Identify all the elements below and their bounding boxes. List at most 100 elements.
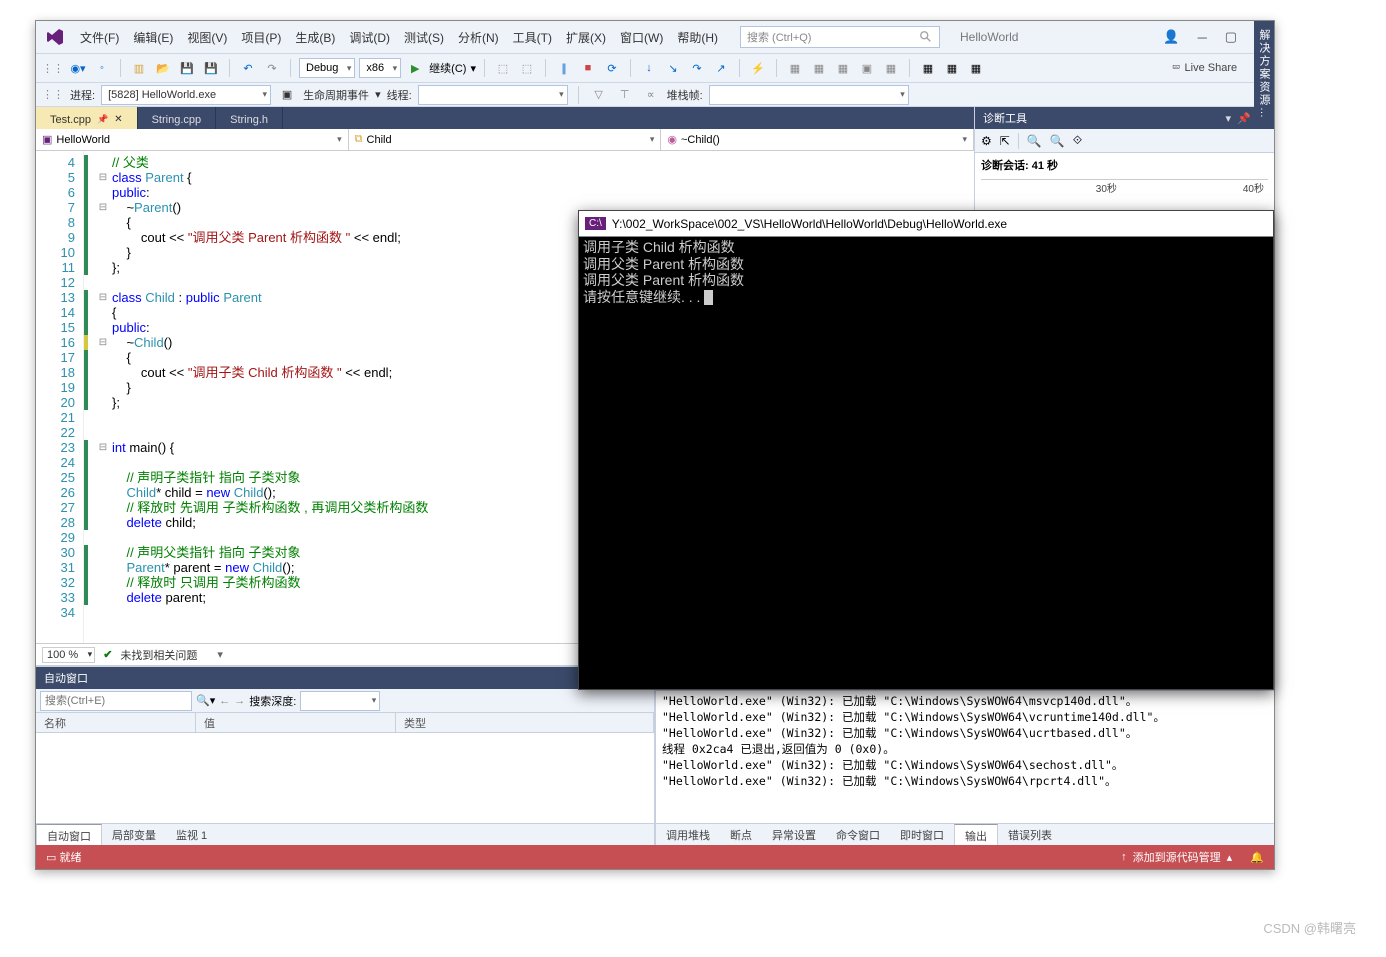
tool-icon[interactable]: ⊤: [615, 85, 635, 105]
bottom-tab[interactable]: 即时窗口: [890, 824, 954, 845]
console-window[interactable]: C:\ Y:\002_WorkSpace\002_VS\HelloWorld\H…: [578, 210, 1274, 690]
file-tab[interactable]: String.h: [216, 107, 283, 129]
nav-fwd-icon[interactable]: ◦: [92, 58, 112, 78]
nav-back-icon[interactable]: ◉▾: [68, 58, 88, 78]
menu-item[interactable]: 调试(D): [343, 25, 396, 50]
menu-item[interactable]: 视图(V): [181, 25, 233, 50]
output-body[interactable]: "HelloWorld.exe" (Win32): 已加载 "C:\Window…: [656, 691, 1274, 823]
search-icon: [919, 30, 933, 44]
tool-icon[interactable]: ▦: [833, 58, 853, 78]
open-icon[interactable]: 📂: [153, 58, 173, 78]
depth-dropdown[interactable]: [300, 691, 380, 711]
zoom-reset-icon[interactable]: ⟐: [1073, 133, 1082, 148]
nav-member[interactable]: ◉~Child(): [661, 129, 974, 150]
menu-item[interactable]: 帮助(H): [671, 25, 724, 50]
toolbar-main: ⋮⋮ ◉▾ ◦ ▥ 📂 💾 💾 ↶ ↷ Debug x86 ▶ 继续(C)▾ ⬚…: [36, 53, 1274, 83]
stackframe-label: 堆栈帧:: [667, 87, 703, 103]
menu-item[interactable]: 扩展(X): [560, 25, 612, 50]
undo-icon[interactable]: ↶: [238, 58, 258, 78]
dropdown-icon[interactable]: ▾: [1226, 112, 1232, 125]
nav-scope[interactable]: ▣HelloWorld: [36, 129, 349, 150]
platform-dropdown[interactable]: x86: [359, 58, 401, 78]
output-window: 显示输出来源(S): 调试 ≣ ≣ ≣ ✕ ▦ "HelloWorld.exe"…: [654, 667, 1274, 845]
stop-icon[interactable]: ■: [578, 58, 598, 78]
diag-session: 诊断会话: 41 秒: [981, 157, 1268, 173]
pause-icon[interactable]: ∥: [554, 58, 574, 78]
tool-icon[interactable]: ∝: [641, 85, 661, 105]
continue-label[interactable]: 继续(C): [429, 60, 466, 76]
new-project-icon[interactable]: ▥: [129, 58, 149, 78]
back-icon[interactable]: ←: [219, 695, 230, 707]
step-over-icon[interactable]: ↷: [687, 58, 707, 78]
step-icon[interactable]: ↓: [639, 58, 659, 78]
fwd-icon[interactable]: →: [234, 695, 245, 707]
bottom-tab[interactable]: 局部变量: [102, 824, 166, 845]
bottom-tab[interactable]: 监视 1: [166, 824, 217, 845]
menu-item[interactable]: 测试(S): [398, 25, 450, 50]
zoom-in-icon[interactable]: 🔍: [1027, 134, 1042, 148]
lifecycle-label: 生命周期事件: [303, 87, 369, 103]
lifecycle-icon[interactable]: ▣: [277, 85, 297, 105]
search-icon[interactable]: 🔍▾: [196, 694, 215, 707]
bottom-tab[interactable]: 断点: [720, 824, 762, 845]
tool-icon[interactable]: ▦: [942, 58, 962, 78]
share-icon[interactable]: ⇱: [1000, 134, 1010, 148]
thread-dropdown[interactable]: [418, 85, 568, 105]
toolbar-debug: ⋮⋮ 进程: [5828] HelloWorld.exe ▣ 生命周期事件▾ 线…: [36, 83, 1274, 107]
tool-icon[interactable]: ⚡: [748, 58, 768, 78]
tool-icon[interactable]: ▦: [918, 58, 938, 78]
tool-icon[interactable]: ▣: [857, 58, 877, 78]
liveshare-icon: ⮹: [1172, 62, 1181, 75]
console-body: 调用子类 Child 析构函数 调用父类 Parent 析构函数 调用父类 Pa…: [579, 237, 1273, 689]
zoom-out-icon[interactable]: 🔍: [1050, 134, 1065, 148]
bottom-tab[interactable]: 调用堆栈: [656, 824, 720, 845]
search-box[interactable]: 搜索 (Ctrl+Q): [740, 26, 940, 48]
save-all-icon[interactable]: 💾: [201, 58, 221, 78]
bottom-tab[interactable]: 自动窗口: [36, 824, 102, 845]
auto-search-input[interactable]: [40, 691, 192, 711]
bottom-tab[interactable]: 输出: [954, 824, 998, 845]
src-ctrl-label[interactable]: 添加到源代码管理: [1133, 849, 1221, 865]
menu-item[interactable]: 项目(P): [235, 25, 287, 50]
bell-icon[interactable]: 🔔: [1250, 851, 1264, 864]
tool-icon[interactable]: ▽: [589, 85, 609, 105]
file-tab[interactable]: Test.cpp 📌 ✕: [36, 107, 138, 129]
bottom-panels: 自动窗口▾📌✕ 🔍▾ ← → 搜索深度: 名称值类型 自动窗口局部变量监视 1 …: [36, 665, 1274, 845]
step-into-icon[interactable]: ↘: [663, 58, 683, 78]
restart-icon[interactable]: ⟳: [602, 58, 622, 78]
zoom-dropdown[interactable]: 100 %: [42, 647, 95, 663]
tool-icon[interactable]: ▦: [785, 58, 805, 78]
bottom-tab[interactable]: 异常设置: [762, 824, 826, 845]
menu-item[interactable]: 编辑(E): [127, 25, 179, 50]
stackframe-dropdown[interactable]: [709, 85, 909, 105]
nav-class[interactable]: ⧉Child: [349, 129, 662, 150]
bottom-tab[interactable]: 命令窗口: [826, 824, 890, 845]
menu-item[interactable]: 文件(F): [74, 25, 125, 50]
bottom-tab[interactable]: 错误列表: [998, 824, 1062, 845]
continue-button[interactable]: ▶: [405, 58, 425, 78]
redo-icon[interactable]: ↷: [262, 58, 282, 78]
watermark: CSDN @韩曙亮: [1263, 918, 1356, 937]
gear-icon[interactable]: ⚙: [981, 134, 992, 148]
minimize-button[interactable]: ─: [1198, 30, 1207, 45]
tool-icon[interactable]: ▦: [881, 58, 901, 78]
ready-icon: ▭: [46, 851, 56, 864]
menu-item[interactable]: 分析(N): [452, 25, 505, 50]
save-icon[interactable]: 💾: [177, 58, 197, 78]
menu-item[interactable]: 窗口(W): [614, 25, 669, 50]
process-dropdown[interactable]: [5828] HelloWorld.exe: [101, 85, 271, 105]
menu-item[interactable]: 工具(T): [507, 25, 558, 50]
tool-icon[interactable]: ▦: [809, 58, 829, 78]
maximize-button[interactable]: ▢: [1225, 29, 1237, 45]
tool-icon[interactable]: ⬚: [493, 58, 513, 78]
tool-icon[interactable]: ⬚: [517, 58, 537, 78]
pin-icon[interactable]: 📌: [1237, 112, 1251, 125]
tool-icon[interactable]: ▦: [966, 58, 986, 78]
user-icon[interactable]: 👤: [1163, 29, 1179, 45]
auto-list[interactable]: [36, 733, 654, 823]
file-tab[interactable]: String.cpp: [138, 107, 217, 129]
solution-explorer-tab[interactable]: 解决方案资源…: [1254, 107, 1274, 128]
menu-item[interactable]: 生成(B): [289, 25, 341, 50]
step-out-icon[interactable]: ↗: [711, 58, 731, 78]
config-dropdown[interactable]: Debug: [299, 58, 355, 78]
